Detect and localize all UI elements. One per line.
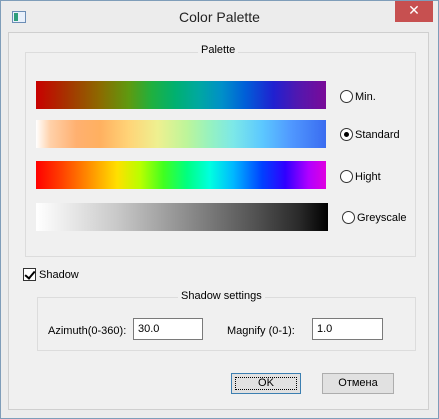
shadow-settings-title: Shadow settings (178, 290, 265, 302)
radio-greyscale-indicator[interactable] (342, 211, 355, 224)
palette-bar-hight[interactable] (36, 161, 326, 189)
radio-min-label: Min. (355, 90, 376, 103)
magnify-label: Magnify (0-1): (227, 325, 295, 337)
close-button[interactable]: ✕ (395, 1, 433, 22)
radio-min-indicator[interactable] (340, 90, 353, 103)
window-title: Color Palette (179, 9, 260, 25)
title-bar[interactable]: Color Palette ✕ (1, 1, 438, 33)
close-icon: ✕ (408, 3, 420, 19)
azimuth-label: Azimuth(0-360): (48, 325, 127, 337)
radio-standard[interactable]: Standard (340, 128, 400, 141)
radio-greyscale[interactable]: Greyscale (342, 211, 407, 224)
radio-min[interactable]: Min. (340, 90, 376, 103)
radio-standard-label: Standard (355, 128, 400, 141)
shadow-checkbox[interactable]: Shadow (23, 268, 79, 281)
shadow-checkbox-indicator[interactable] (23, 268, 36, 281)
radio-hight[interactable]: Hight (340, 170, 381, 183)
cancel-button[interactable]: Отмена (322, 373, 394, 394)
radio-greyscale-label: Greyscale (357, 211, 407, 224)
palette-bar-standard[interactable] (36, 120, 326, 148)
palette-group-title: Palette (198, 44, 239, 56)
shadow-checkbox-label: Shadow (39, 268, 79, 281)
palette-bar-min[interactable] (36, 81, 326, 109)
radio-hight-label: Hight (355, 170, 381, 183)
cancel-button-label: Отмена (338, 377, 378, 389)
magnify-input[interactable] (312, 318, 383, 340)
ok-button-label: OK (232, 374, 300, 393)
palette-bar-greyscale[interactable] (36, 203, 328, 231)
ok-button[interactable]: OK (231, 373, 301, 394)
azimuth-input[interactable] (133, 318, 203, 340)
radio-standard-indicator[interactable] (340, 128, 353, 141)
radio-hight-indicator[interactable] (340, 170, 353, 183)
